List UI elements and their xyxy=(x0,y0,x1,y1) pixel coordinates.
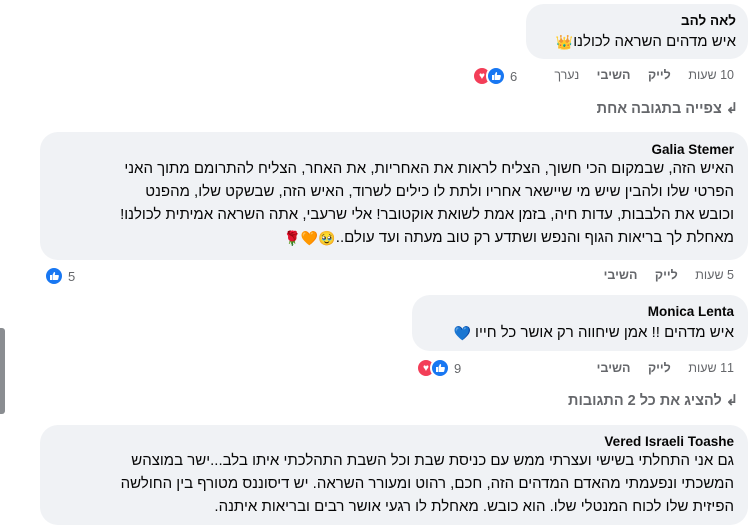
comment-text-line: הפרטי שלו ולהבין שיש מי שיישאר אחריו ולת… xyxy=(145,183,734,200)
comment-text-body: איש מדהים השראה לכולנו xyxy=(573,33,736,50)
view-replies-link-2[interactable]: ↲ להציג את כל 2 התגובות xyxy=(568,393,738,409)
view-replies-label: צפייה בתגובה אחת xyxy=(596,101,722,117)
comment-author[interactable]: Vered Israeli Toashe xyxy=(54,434,734,449)
reply-arrow-icon: ↲ xyxy=(725,101,738,117)
like-button[interactable]: לייק xyxy=(655,268,678,282)
comment-text-line: גם אני התחלתי בשישי ועצרתי ממש עם כניסת … xyxy=(131,452,734,469)
comment-time[interactable]: 10 שעות xyxy=(688,68,734,82)
comment-text-line: האיש הזה, שבמקום הכי חשוך, הצליח לראות א… xyxy=(124,160,734,177)
like-reaction-icon xyxy=(486,66,506,86)
comment-2-reactions[interactable]: 5 xyxy=(44,266,75,286)
view-replies-label: להציג את כל 2 התגובות xyxy=(568,393,722,409)
view-replies-link-1[interactable]: ↲ צפייה בתגובה אחת xyxy=(597,101,738,117)
reply-button[interactable]: השיבי xyxy=(597,68,631,82)
comment-text-body: איש מדהים !! אמן שיחווה רק אושר כל חייו xyxy=(475,324,734,341)
like-reaction-icon xyxy=(430,358,450,378)
comment-text-line: המשכתי ונפעמתי מהאדם המדהים הזה, חכם, רה… xyxy=(120,475,734,492)
comment-1-actions: 10 שעות לייק השיבי נערך xyxy=(540,68,734,82)
comment-2-bubble: Galia Stemer האיש הזה, שבמקום הכי חשוך, … xyxy=(40,132,748,260)
comment-4-bubble: Vered Israeli Toashe גם אני התחלתי בשישי… xyxy=(40,425,748,525)
comment-author[interactable]: Monica Lenta xyxy=(426,304,734,319)
comment-text-line: וכובש את הלבבות, עדות חיה, בזמן אמת לשוא… xyxy=(120,206,734,223)
reaction-count: 6 xyxy=(510,68,518,84)
comment-text-line-body: מאחלת לך בריאות הגוף והנפש ושתדע רק טוב … xyxy=(335,229,734,246)
crown-emoji-icon: 👑 xyxy=(555,34,574,51)
like-button[interactable]: לייק xyxy=(648,361,671,375)
reply-button[interactable]: השיבי xyxy=(604,268,638,282)
comment-3-bubble: Monica Lenta איש מדהים !! אמן שיחווה רק … xyxy=(412,295,748,351)
comment-3-reactions[interactable]: ♥ 9 xyxy=(416,358,461,378)
edited-label: נערך xyxy=(554,68,580,82)
comment-text: איש מדהים השראה לכולנו👑 xyxy=(538,30,736,53)
comment-author[interactable]: Galia Stemer xyxy=(54,142,734,157)
comment-1-reactions[interactable]: ♥ 6 xyxy=(472,66,517,86)
blue-heart-emoji-icon: 💙 xyxy=(453,325,471,342)
comment-time[interactable]: 11 שעות xyxy=(688,361,734,375)
comment-1-bubble: לאה להב איש מדהים השראה לכולנו👑 xyxy=(526,4,748,59)
reaction-count: 5 xyxy=(68,268,76,284)
comment-text-line: מאחלת לך בריאות הגוף והנפש ושתדע רק טוב … xyxy=(54,226,735,249)
like-reaction-icon xyxy=(44,266,64,286)
comment-time[interactable]: 5 שעות xyxy=(695,268,734,282)
emoji-icons: 🥹🧡🌹 xyxy=(283,230,336,247)
reply-arrow-icon: ↲ xyxy=(725,393,738,409)
like-button[interactable]: לייק xyxy=(648,68,671,82)
comment-2-actions: 5 שעות לייק השיבי xyxy=(590,268,734,282)
reaction-count: 9 xyxy=(454,360,462,376)
reply-button[interactable]: השיבי xyxy=(597,361,631,375)
comment-text: איש מדהים !! אמן שיחווה רק אושר כל חייו … xyxy=(426,321,734,344)
comment-3-actions: 11 שעות לייק השיבי xyxy=(583,361,734,375)
scrollbar[interactable] xyxy=(0,328,5,414)
comment-author[interactable]: לאה להב xyxy=(538,13,736,28)
comment-text-line: הפיזית שלו לכוח המנטלי שלו. הוא כובש. מא… xyxy=(214,498,734,515)
